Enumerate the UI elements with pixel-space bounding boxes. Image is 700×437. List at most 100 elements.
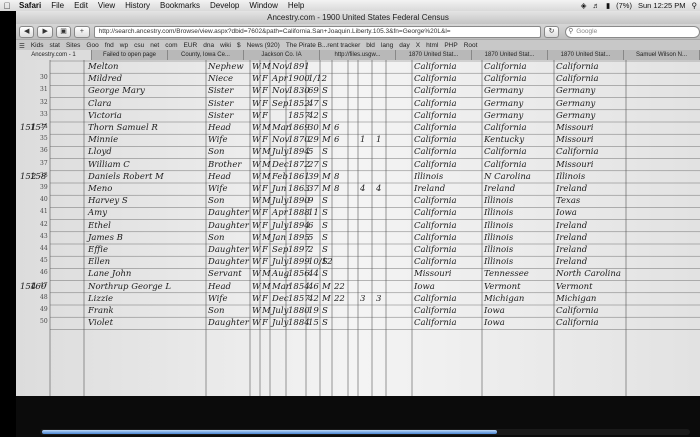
cell-color: W [252, 147, 261, 158]
apple-menu-icon[interactable]:  [0, 1, 14, 11]
clock[interactable]: Sun 12:25 PM [635, 1, 689, 10]
search-field[interactable]: ⚲ Google [565, 25, 700, 38]
cell-age: 6 [308, 220, 314, 231]
bookmark-item[interactable]: fnd [102, 42, 117, 49]
cell-name: Ellen [88, 257, 111, 268]
add-bookmark-button[interactable]: + [74, 25, 90, 38]
bookmark-item[interactable]: $ [234, 42, 244, 49]
forward-button[interactable]: ▶ [37, 25, 53, 38]
bookmark-item[interactable]: wp [117, 42, 131, 49]
census-row: 37 William C Brother W M Dec 1872 27 S California… [16, 160, 700, 171]
bookmark-item[interactable]: dna [200, 42, 217, 49]
menu-file[interactable]: File [46, 1, 69, 10]
spotlight-icon[interactable]: ⚲ [689, 1, 700, 10]
bookmark-item[interactable]: Goo [83, 42, 101, 49]
cell-sex: M [262, 159, 271, 170]
cell-sex: F [262, 86, 268, 97]
cell-sex: M [262, 123, 271, 133]
menu-window[interactable]: Window [244, 1, 282, 10]
menu-app-name[interactable]: Safari [14, 1, 46, 10]
menu-help[interactable]: Help [283, 1, 309, 10]
bookmark-item[interactable]: stat [46, 42, 62, 49]
cell-age: 44 [308, 269, 319, 280]
census-row: 46 Lane John Servant W M Aug 1856 44 S Missouri Te… [16, 269, 700, 280]
line-number: 32 [40, 98, 48, 106]
battery-icon[interactable]: ▮ [603, 1, 613, 10]
bookmark-item[interactable]: Root [461, 42, 481, 49]
cell-birth: Missouri [414, 269, 452, 280]
cell-name: Effie [88, 245, 108, 255]
bookmark-item[interactable]: News (920) [244, 42, 283, 49]
tab-ancestry[interactable]: Ancestry.com - 1 [16, 50, 92, 60]
bookmarks-book-icon[interactable]: ☰ [16, 42, 28, 50]
cell-age: 10/12 [308, 257, 333, 268]
menu-history[interactable]: History [120, 1, 155, 10]
census-image-viewer[interactable]: Melton Nephew W M Nov 1891 California Californi… [16, 60, 700, 396]
tab-1870-a[interactable]: 1870 United Stat... [396, 50, 472, 60]
cell-month: Dec [272, 159, 289, 170]
cell-name: Victoria [88, 110, 122, 121]
tab-samuel-wilson[interactable]: Samuel Wilson N... [624, 50, 700, 60]
tab-county-iowa[interactable]: County, Iowa Ce... [168, 50, 244, 60]
tab-bar: Ancestry.com - 1 Failed to open page Cou… [16, 50, 700, 60]
cell-color: W [252, 159, 261, 170]
cell-age: 1/12 [308, 74, 328, 85]
address-bar[interactable]: http://search.ancestry.com/Browse/view.a… [93, 25, 541, 38]
cell-color: W [252, 171, 261, 182]
bookmark-item[interactable]: Sites [63, 42, 83, 49]
cell-married: S [322, 208, 328, 219]
screen-icon[interactable]: ▣ [55, 25, 72, 38]
menu-develop[interactable]: Develop [205, 1, 244, 10]
cell-sex: F [262, 98, 268, 109]
bookmark-item[interactable]: html [423, 42, 441, 49]
cell-sex: M [262, 171, 271, 182]
bookmark-item[interactable]: bld [363, 42, 378, 49]
bookmark-item[interactable]: wiki [217, 42, 234, 49]
bookmark-item[interactable]: csu [131, 42, 147, 49]
bookmark-item[interactable]: PHP [441, 42, 460, 49]
cell-color: W [252, 245, 261, 255]
bookmark-item[interactable]: Kids [28, 42, 47, 49]
cell-sex: M [262, 269, 271, 280]
bookmark-item[interactable]: net [147, 42, 162, 49]
cell-sex: F [262, 220, 268, 231]
tab-usgw[interactable]: http://files.usgw... [320, 50, 396, 60]
menu-edit[interactable]: Edit [69, 1, 93, 10]
cell-year: 1861 [288, 171, 310, 182]
cell-mother: California [556, 74, 599, 85]
cell-color: W [252, 74, 261, 85]
volume-icon[interactable]: ♬ [589, 1, 603, 10]
bookmark-item[interactable]: X [413, 42, 423, 49]
cell-rel: Servant [208, 269, 242, 280]
bookmark-item[interactable]: lang [378, 42, 396, 49]
cell-name: Minnie [88, 135, 119, 146]
reload-icon[interactable]: ↻ [543, 25, 560, 38]
cell-father: California [484, 74, 527, 85]
scrollbar-thumb[interactable] [42, 430, 497, 434]
cell-mother: California [556, 62, 599, 72]
menu-bookmarks[interactable]: Bookmarks [155, 1, 205, 10]
bookmark-item[interactable]: EUR [181, 42, 201, 49]
tab-jackson[interactable]: Jackson Co. IA [244, 50, 320, 60]
cell-mother: Germany [556, 98, 596, 109]
cell-married: S [322, 232, 328, 243]
cell-mother: Michigan [556, 293, 597, 304]
line-number: 50 [40, 318, 48, 326]
bookmark-item[interactable]: The Pirate B...rent tracker [283, 42, 363, 49]
cell-fam: 160 [30, 281, 47, 292]
cell-married: M [322, 281, 331, 292]
cell-mother: Ireland [556, 220, 588, 231]
tab-1870-b[interactable]: 1870 United Stat... [472, 50, 548, 60]
wifi-icon[interactable]: ◈ [578, 1, 590, 10]
cell-mother: Ireland [556, 232, 588, 243]
cell-name: Lizzie [88, 293, 114, 304]
cell-col2: 4 [360, 184, 366, 194]
cell-sex: F [262, 208, 268, 219]
bookmark-item[interactable]: com [162, 42, 180, 49]
tab-failed[interactable]: Failed to open page [92, 50, 168, 60]
menu-view[interactable]: View [93, 1, 120, 10]
back-button[interactable]: ◀ [19, 25, 35, 38]
cell-fam: 157 [30, 123, 47, 133]
bookmark-item[interactable]: day [396, 42, 412, 49]
tab-1870-c[interactable]: 1870 United Stat... [548, 50, 624, 60]
